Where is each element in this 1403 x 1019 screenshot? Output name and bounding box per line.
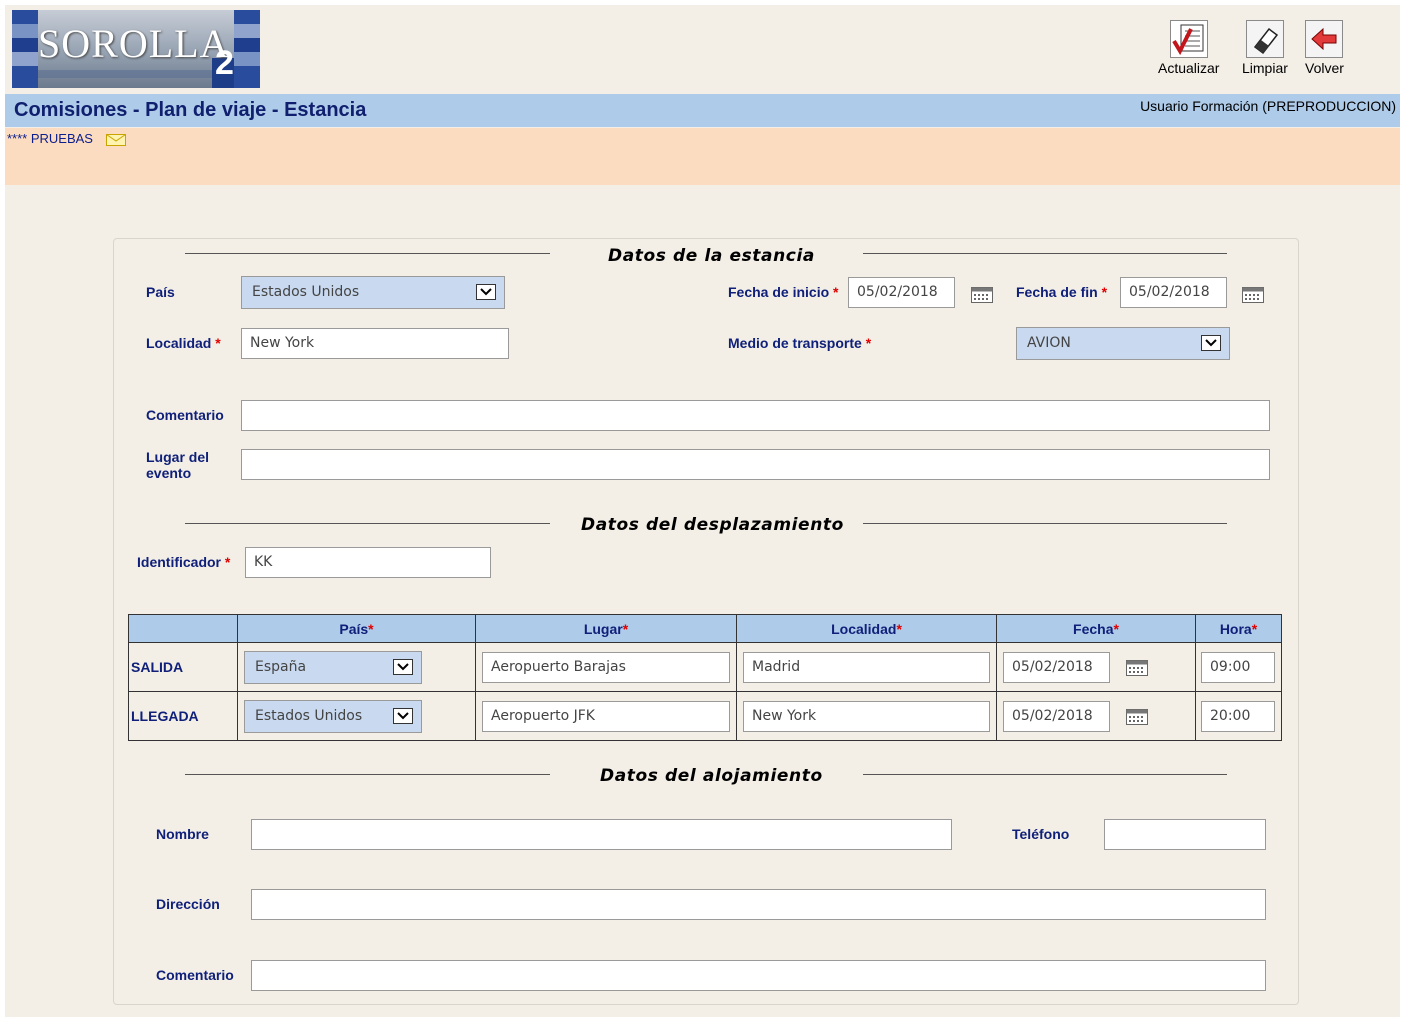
- identifier-label: Identificador *: [137, 554, 231, 570]
- row-date-cell: 05/02/2018: [996, 691, 1196, 741]
- calendar-icon[interactable]: [1126, 660, 1148, 676]
- clear-label: Limpiar: [1242, 60, 1288, 76]
- update-label: Actualizar: [1158, 60, 1220, 76]
- divider: [863, 253, 1227, 254]
- row-time-cell: 20:00: [1195, 691, 1282, 741]
- lodging-name-input[interactable]: [251, 819, 952, 850]
- lodging-address-label: Dirección: [156, 896, 220, 912]
- notice-band: [5, 128, 1400, 185]
- table-row-arrival: LLEGADA Estados Unidos Aeropuerto JFK Ne…: [128, 691, 1282, 741]
- back-arrow-icon: [1305, 20, 1344, 58]
- update-button[interactable]: Actualizar: [1158, 20, 1219, 76]
- calendar-icon[interactable]: [971, 287, 993, 303]
- departure-place-input[interactable]: Aeropuerto Barajas: [482, 652, 730, 683]
- divider: [863, 523, 1227, 524]
- transport-value: AVION: [1027, 335, 1071, 351]
- chevron-down-icon: [393, 708, 413, 724]
- logo-text: SOROLLA: [38, 21, 230, 66]
- lodging-address-input[interactable]: [251, 889, 1266, 920]
- row-country-cell: España: [237, 642, 476, 692]
- row-city-cell: Madrid: [736, 642, 997, 692]
- arrival-place-input[interactable]: Aeropuerto JFK: [482, 701, 730, 732]
- city-input[interactable]: New York: [241, 328, 509, 359]
- row-type: LLEGADA: [128, 691, 238, 741]
- user-label: Usuario Formación (PREPRODUCCION): [1140, 98, 1396, 114]
- calendar-icon[interactable]: [1126, 709, 1148, 725]
- divider: [185, 253, 550, 254]
- arrival-time-input[interactable]: 20:00: [1201, 701, 1275, 732]
- logo-suffix: 2: [215, 44, 234, 82]
- start-date-label: Fecha de inicio *: [728, 284, 839, 300]
- column-header-place: Lugar*: [475, 614, 737, 643]
- back-label: Volver: [1305, 60, 1344, 76]
- country-select[interactable]: Estados Unidos: [241, 276, 505, 309]
- lodging-section-title: Datos del alojamiento: [600, 766, 823, 786]
- event-place-label: Lugar del evento: [146, 449, 210, 481]
- transport-select[interactable]: AVION: [1016, 327, 1230, 360]
- divider: [863, 774, 1227, 775]
- divider: [185, 523, 550, 524]
- chevron-down-icon: [476, 284, 496, 300]
- row-place-cell: Aeropuerto Barajas: [475, 642, 737, 692]
- departure-country-value: España: [255, 659, 307, 675]
- table-row-departure: SALIDA España Aeropuerto Barajas Madrid …: [128, 642, 1282, 692]
- column-header-city: Localidad*: [736, 614, 997, 643]
- event-place-input[interactable]: [241, 449, 1270, 480]
- update-icon: [1169, 20, 1208, 58]
- column-header-type: [128, 614, 238, 643]
- row-place-cell: Aeropuerto JFK: [475, 691, 737, 741]
- lodging-phone-label: Teléfono: [1012, 826, 1070, 842]
- column-header-time: Hora*: [1195, 614, 1282, 643]
- row-date-cell: 05/02/2018: [996, 642, 1196, 692]
- start-date-input[interactable]: 05/02/2018: [848, 277, 955, 308]
- comment-input[interactable]: [241, 400, 1270, 431]
- notice-text: **** PRUEBAS: [7, 131, 93, 146]
- eraser-icon: [1245, 20, 1284, 58]
- column-header-country: País*: [237, 614, 476, 643]
- row-type: SALIDA: [128, 642, 238, 692]
- calendar-icon[interactable]: [1242, 287, 1264, 303]
- stay-section-title: Datos de la estancia: [608, 246, 815, 266]
- departure-date-input[interactable]: 05/02/2018: [1003, 652, 1110, 683]
- clear-button[interactable]: Limpiar: [1242, 20, 1288, 76]
- arrival-date-input[interactable]: 05/02/2018: [1003, 701, 1110, 732]
- mail-icon[interactable]: [106, 133, 126, 146]
- back-button[interactable]: Volver: [1305, 20, 1344, 76]
- end-date-label: Fecha de fin *: [1016, 284, 1108, 300]
- country-value: Estados Unidos: [252, 284, 360, 300]
- chevron-down-icon: [1201, 335, 1221, 351]
- identifier-input[interactable]: KK: [245, 547, 491, 578]
- departure-time-input[interactable]: 09:00: [1201, 652, 1275, 683]
- lodging-comment-input[interactable]: [251, 960, 1266, 991]
- lodging-name-label: Nombre: [156, 826, 209, 842]
- arrival-country-value: Estados Unidos: [255, 708, 363, 724]
- transport-label: Medio de transporte *: [728, 335, 872, 351]
- row-city-cell: New York: [736, 691, 997, 741]
- departure-country-select[interactable]: España: [244, 651, 422, 684]
- lodging-comment-label: Comentario: [156, 967, 234, 983]
- trip-section-title: Datos del desplazamiento: [581, 515, 844, 535]
- end-date-input[interactable]: 05/02/2018: [1120, 277, 1227, 308]
- row-country-cell: Estados Unidos: [237, 691, 476, 741]
- table-header-row: País* Lugar* Localidad* Fecha* Hora*: [128, 614, 1282, 643]
- chevron-down-icon: [393, 659, 413, 675]
- arrival-country-select[interactable]: Estados Unidos: [244, 700, 422, 733]
- departure-city-input[interactable]: Madrid: [743, 652, 990, 683]
- city-label: Localidad *: [146, 335, 221, 351]
- arrival-city-input[interactable]: New York: [743, 701, 990, 732]
- country-label: País: [146, 284, 175, 300]
- divider: [185, 774, 550, 775]
- row-time-cell: 09:00: [1195, 642, 1282, 692]
- comment-label: Comentario: [146, 407, 224, 423]
- sorolla-logo: SOROLLA 2: [12, 10, 260, 88]
- column-header-date: Fecha*: [996, 614, 1196, 643]
- app-window: SOROLLA 2 Actualizar Limpiar Volver Comi…: [5, 5, 1400, 1017]
- page-title: Comisiones - Plan de viaje - Estancia: [14, 99, 367, 121]
- lodging-phone-input[interactable]: [1104, 819, 1266, 850]
- trip-table: País* Lugar* Localidad* Fecha* Hora* SAL…: [128, 614, 1282, 741]
